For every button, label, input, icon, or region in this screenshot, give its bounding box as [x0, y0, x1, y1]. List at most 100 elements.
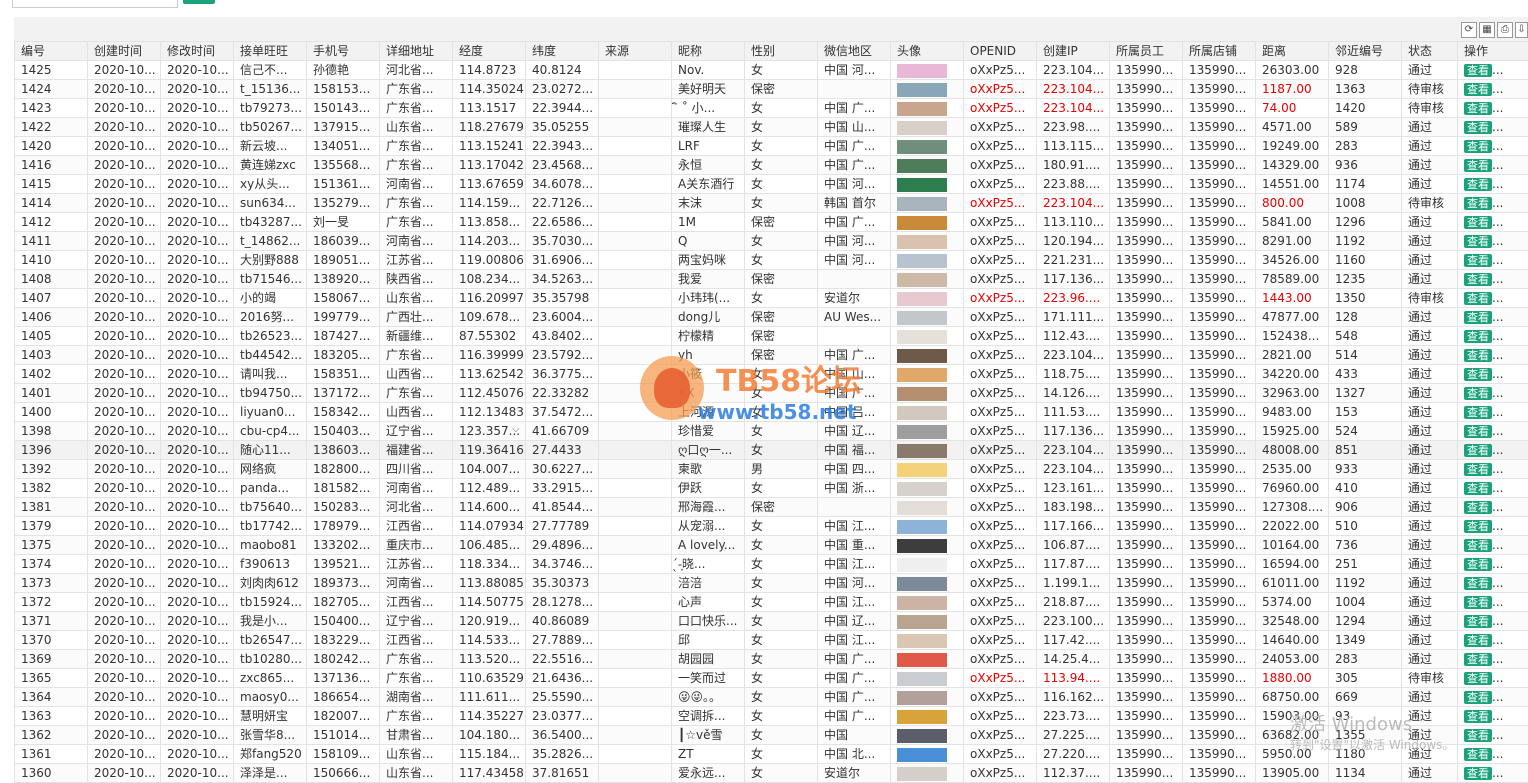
view-button[interactable]: 查看: [1464, 729, 1492, 742]
view-button[interactable]: 查看: [1464, 216, 1492, 229]
table-row[interactable]: 1415 2020-10... 2020-10... xy从头... 151361...…: [14, 174, 1528, 194]
table-row[interactable]: 1406 2020-10... 2020-10... 2016努... 199779..…: [14, 307, 1528, 327]
table-row[interactable]: 1423 2020-10... 2020-10... tb79273... 150143…: [14, 98, 1528, 118]
table-row[interactable]: 1407 2020-10... 2020-10... 小的竭 158067... 山东省.…: [14, 288, 1528, 308]
column-header[interactable]: 编号: [14, 41, 88, 61]
column-header[interactable]: 创建时间: [87, 41, 161, 61]
table-row[interactable]: 1379 2020-10... 2020-10... tb17742... 178979…: [14, 516, 1528, 536]
view-button[interactable]: 查看: [1464, 558, 1492, 571]
table-row[interactable]: 1425 2020-10... 2020-10... 信己不... 孙德艳 河北省... 1…: [14, 60, 1528, 80]
column-header[interactable]: 来源: [598, 41, 672, 61]
view-button[interactable]: 查看: [1464, 520, 1492, 533]
table-row[interactable]: 1411 2020-10... 2020-10... t_14862... 186039…: [14, 231, 1528, 251]
table-row[interactable]: 1372 2020-10... 2020-10... tb15924... 182705…: [14, 592, 1528, 612]
view-button[interactable]: 查看: [1464, 387, 1492, 400]
view-button[interactable]: 查看: [1464, 653, 1492, 666]
view-button[interactable]: 查看: [1464, 178, 1492, 191]
column-header[interactable]: 修改时间: [160, 41, 234, 61]
view-button[interactable]: 查看: [1464, 102, 1492, 115]
table-row[interactable]: 1364 2020-10... 2020-10... maosy0... 186654.…: [14, 687, 1528, 707]
table-row[interactable]: 1382 2020-10... 2020-10... panda... 181582..…: [14, 478, 1528, 498]
table-row[interactable]: 1403 2020-10... 2020-10... tb44542... 183205…: [14, 345, 1528, 365]
column-header[interactable]: 邻近编号: [1328, 41, 1402, 61]
column-header[interactable]: 接单旺旺: [233, 41, 307, 61]
view-button[interactable]: 查看: [1464, 121, 1492, 134]
column-header[interactable]: 手机号: [306, 41, 380, 61]
column-header[interactable]: 昵称: [671, 41, 745, 61]
column-header[interactable]: 微信地区: [817, 41, 891, 61]
table-row[interactable]: 1400 2020-10... 2020-10... liyuan0... 158342…: [14, 402, 1528, 422]
view-button[interactable]: 查看: [1464, 710, 1492, 723]
view-button[interactable]: 查看: [1464, 292, 1492, 305]
view-button[interactable]: 查看: [1464, 140, 1492, 153]
column-header[interactable]: 所属店铺: [1182, 41, 1256, 61]
table-row[interactable]: 1371 2020-10... 2020-10... 我是小... 150400... 辽…: [14, 611, 1528, 631]
column-header[interactable]: 距离: [1255, 41, 1329, 61]
table-row[interactable]: 1365 2020-10... 2020-10... zxc865... 137136.…: [14, 668, 1528, 688]
table-row[interactable]: 1420 2020-10... 2020-10... 新云坡... 134051... 广…: [14, 136, 1528, 156]
view-button[interactable]: 查看: [1464, 539, 1492, 552]
view-button[interactable]: 查看: [1464, 596, 1492, 609]
column-header[interactable]: 创建IP: [1036, 41, 1110, 61]
view-button[interactable]: 查看: [1464, 691, 1492, 704]
view-button[interactable]: 查看: [1464, 349, 1492, 362]
column-header[interactable]: OPENID: [963, 41, 1037, 61]
table-row[interactable]: 1392 2020-10... 2020-10... 网络疯 182800... 四川省.…: [14, 459, 1528, 479]
table-row[interactable]: 1360 2020-10... 2020-10... 泽泽是... 150666... 山…: [14, 763, 1528, 783]
view-button[interactable]: 查看: [1464, 330, 1492, 343]
view-button[interactable]: 查看: [1464, 368, 1492, 381]
table-row[interactable]: 1396 2020-10... 2020-10... 随心11... 138603...…: [14, 440, 1528, 460]
view-button[interactable]: 查看: [1464, 311, 1492, 324]
view-button[interactable]: 查看: [1464, 634, 1492, 647]
view-button[interactable]: 查看: [1464, 577, 1492, 590]
table-row[interactable]: 1375 2020-10... 2020-10... maobo81 133202...…: [14, 535, 1528, 555]
table-row[interactable]: 1398 2020-10... 2020-10... cbu-cp4... 150403…: [14, 421, 1528, 441]
print-icon[interactable]: ⎙: [1497, 22, 1513, 38]
table-row[interactable]: 1402 2020-10... 2020-10... 请叫我... 158351... 山…: [14, 364, 1528, 384]
view-button[interactable]: 查看: [1464, 748, 1492, 761]
search-button[interactable]: [183, 0, 215, 4]
view-button[interactable]: 查看: [1464, 767, 1492, 780]
view-button[interactable]: 查看: [1464, 501, 1492, 514]
view-button[interactable]: 查看: [1464, 83, 1492, 96]
column-header[interactable]: 所属员工: [1109, 41, 1183, 61]
view-button[interactable]: 查看: [1464, 235, 1492, 248]
view-button[interactable]: 查看: [1464, 482, 1492, 495]
column-header[interactable]: 详细地址: [379, 41, 453, 61]
view-button[interactable]: 查看: [1464, 672, 1492, 685]
column-header[interactable]: 状态: [1401, 41, 1458, 61]
column-header[interactable]: 纬度: [525, 41, 599, 61]
column-header[interactable]: 性别: [744, 41, 818, 61]
view-button[interactable]: 查看: [1464, 463, 1492, 476]
view-button[interactable]: 查看: [1464, 254, 1492, 267]
column-header[interactable]: 经度: [452, 41, 526, 61]
view-button[interactable]: 查看: [1464, 615, 1492, 628]
table-row[interactable]: 1369 2020-10... 2020-10... tb10280... 180242…: [14, 649, 1528, 669]
view-button[interactable]: 查看: [1464, 159, 1492, 172]
table-row[interactable]: 1416 2020-10... 2020-10... 黄连娣zxc 135568... 广…: [14, 155, 1528, 175]
table-row[interactable]: 1370 2020-10... 2020-10... tb26547... 183229…: [14, 630, 1528, 650]
table-row[interactable]: 1412 2020-10... 2020-10... tb43287... 刘一旻 广东省…: [14, 212, 1528, 232]
refresh-icon[interactable]: ⟳: [1461, 22, 1477, 38]
column-header[interactable]: 头像: [890, 41, 964, 61]
table-row[interactable]: 1410 2020-10... 2020-10... 大别野888 189051... 江…: [14, 250, 1528, 270]
table-row[interactable]: 1401 2020-10... 2020-10... tb94750... 137172…: [14, 383, 1528, 403]
table-row[interactable]: 1374 2020-10... 2020-10... f390613 139521...…: [14, 554, 1528, 574]
export-icon[interactable]: ⇩: [1515, 22, 1528, 38]
columns-icon[interactable]: ▦: [1479, 22, 1495, 38]
view-button[interactable]: 查看: [1464, 444, 1492, 457]
table-row[interactable]: 1408 2020-10... 2020-10... tb71546... 138920…: [14, 269, 1528, 289]
table-row[interactable]: 1422 2020-10... 2020-10... tb50267... 137915…: [14, 117, 1528, 137]
table-row[interactable]: 1405 2020-10... 2020-10... tb26523... 187427…: [14, 326, 1528, 346]
view-button[interactable]: 查看: [1464, 64, 1492, 77]
view-button[interactable]: 查看: [1464, 425, 1492, 438]
table-row[interactable]: 1373 2020-10... 2020-10... 刘肉肉612 189373... 河…: [14, 573, 1528, 593]
table-row[interactable]: 1414 2020-10... 2020-10... sun634... 135279.…: [14, 193, 1528, 213]
table-row[interactable]: 1381 2020-10... 2020-10... tb75640... 150283…: [14, 497, 1528, 517]
view-button[interactable]: 查看: [1464, 406, 1492, 419]
table-row[interactable]: 1424 2020-10... 2020-10... t_15136... 158153…: [14, 79, 1528, 99]
view-button[interactable]: 查看: [1464, 273, 1492, 286]
view-button[interactable]: 查看: [1464, 197, 1492, 210]
column-header[interactable]: 操作: [1457, 41, 1528, 61]
search-input[interactable]: [12, 0, 178, 8]
